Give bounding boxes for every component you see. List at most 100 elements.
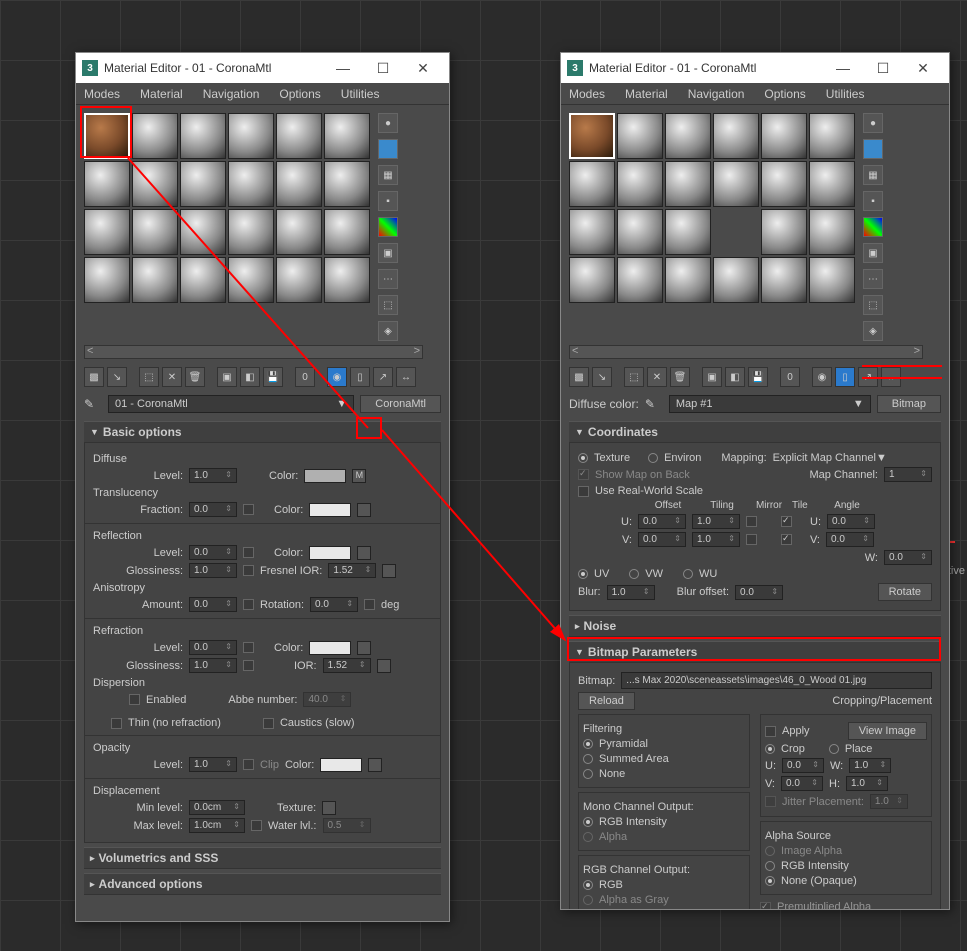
material-slot[interactable]: [180, 113, 226, 159]
diffuse-level-spinner[interactable]: 1.0⇕: [189, 468, 237, 483]
menu-modes[interactable]: Modes: [565, 85, 609, 103]
uv-radio[interactable]: [578, 569, 588, 579]
backlight-icon[interactable]: [863, 139, 883, 159]
show-shaded-icon[interactable]: ◉: [812, 367, 832, 387]
crop-w-spinner[interactable]: 1.0⇕: [849, 758, 891, 773]
material-name-field[interactable]: 01 - CoronaMtl▼: [108, 395, 354, 413]
wu-radio[interactable]: [683, 569, 693, 579]
material-slot[interactable]: [132, 113, 178, 159]
material-slot[interactable]: [276, 113, 322, 159]
water-level-check[interactable]: [251, 820, 262, 831]
material-slot[interactable]: [228, 257, 274, 303]
assign-icon[interactable]: ⬚: [139, 367, 159, 387]
refraction-gloss-spinner[interactable]: 1.0⇕: [189, 658, 237, 673]
refr-gloss-map-check[interactable]: [243, 660, 254, 671]
translucency-fraction-map-check[interactable]: [243, 504, 254, 515]
material-slot[interactable]: [617, 209, 663, 255]
backlight-icon[interactable]: [378, 139, 398, 159]
basic-options-rollout[interactable]: ▼Basic options: [84, 421, 441, 443]
mono-alpha-radio[interactable]: [583, 832, 593, 842]
sample-type-icon[interactable]: ●: [378, 113, 398, 133]
blur-spinner[interactable]: 1.0⇕: [607, 585, 655, 600]
material-slot[interactable]: [569, 161, 615, 207]
material-slot[interactable]: [569, 257, 615, 303]
rgb-out-radio[interactable]: [583, 880, 593, 890]
go-sibling-icon[interactable]: ↔: [396, 367, 416, 387]
refl-gloss-map-check[interactable]: [243, 565, 254, 576]
material-slot[interactable]: [132, 161, 178, 207]
menu-options[interactable]: Options: [760, 85, 809, 103]
material-slot[interactable]: [324, 161, 370, 207]
material-slot[interactable]: [84, 161, 130, 207]
show-shaded-icon[interactable]: ◉: [327, 367, 347, 387]
material-slot[interactable]: [180, 257, 226, 303]
material-slot[interactable]: [809, 161, 855, 207]
minimize-button[interactable]: —: [323, 54, 363, 82]
refr-level-map-check[interactable]: [243, 642, 254, 653]
none-opaque-radio[interactable]: [765, 876, 775, 886]
put-material-icon[interactable]: ↘: [592, 367, 612, 387]
v-offset-spinner[interactable]: 0.0⇕: [638, 532, 686, 547]
clip-check[interactable]: [243, 759, 254, 770]
material-slot[interactable]: [569, 113, 615, 159]
make-preview-icon[interactable]: ▣: [863, 243, 883, 263]
bitmap-path-field[interactable]: ...s Max 2020\sceneassets\images\46_0_Wo…: [621, 672, 932, 689]
refraction-level-spinner[interactable]: 0.0⇕: [189, 640, 237, 655]
environ-radio[interactable]: [648, 453, 658, 463]
material-slot[interactable]: [132, 209, 178, 255]
displ-min-spinner[interactable]: 0.0cm⇕: [189, 800, 245, 815]
sample-type-icon[interactable]: ●: [863, 113, 883, 133]
opacity-map-button[interactable]: [368, 758, 382, 772]
u-tiling-spinner[interactable]: 1.0⇕: [692, 514, 740, 529]
slot-scrollbar[interactable]: [569, 345, 923, 359]
go-parent-icon[interactable]: ↗: [858, 367, 878, 387]
aniso-amount-spinner[interactable]: 0.0⇕: [189, 597, 237, 612]
mat-id-channel-icon[interactable]: 0: [780, 367, 800, 387]
put-to-lib-icon[interactable]: 💾: [748, 367, 768, 387]
material-slot[interactable]: [617, 257, 663, 303]
make-unique-icon[interactable]: ◧: [240, 367, 260, 387]
opacity-level-spinner[interactable]: 1.0⇕: [189, 757, 237, 772]
material-slot[interactable]: [713, 161, 759, 207]
reflection-map-button[interactable]: [357, 546, 371, 560]
get-material-icon[interactable]: ▩: [569, 367, 589, 387]
alpha-gray-radio[interactable]: [583, 895, 593, 905]
v-angle-spinner[interactable]: 0.0⇕: [826, 532, 874, 547]
reset-icon[interactable]: ✕: [647, 367, 667, 387]
map-type-button[interactable]: Bitmap: [877, 395, 941, 413]
material-slot[interactable]: [132, 257, 178, 303]
reload-button[interactable]: Reload: [578, 692, 635, 710]
menu-material[interactable]: Material: [621, 85, 672, 103]
delete-icon[interactable]: 🗑: [185, 367, 205, 387]
place-radio[interactable]: [829, 744, 839, 754]
crop-u-spinner[interactable]: 0.0⇕: [782, 758, 824, 773]
advanced-rollout[interactable]: ▸Advanced options: [84, 873, 441, 895]
diffuse-color-swatch[interactable]: [304, 469, 346, 483]
reflection-gloss-spinner[interactable]: 1.0⇕: [189, 563, 237, 578]
maximize-button[interactable]: ☐: [363, 54, 403, 82]
titlebar[interactable]: 3 Material Editor - 01 - CoronaMtl — ☐ ✕: [561, 53, 949, 83]
material-slot[interactable]: [324, 209, 370, 255]
jitter-check[interactable]: [765, 796, 776, 807]
material-slot[interactable]: [665, 161, 711, 207]
material-slot[interactable]: [761, 113, 807, 159]
fresnel-ior-spinner[interactable]: 1.52⇕: [328, 563, 376, 578]
put-material-icon[interactable]: ↘: [107, 367, 127, 387]
refl-level-map-check[interactable]: [243, 547, 254, 558]
material-type-button[interactable]: CoronaMtl: [360, 395, 441, 413]
material-slot[interactable]: [617, 161, 663, 207]
aniso-map-check[interactable]: [243, 599, 254, 610]
reflection-level-spinner[interactable]: 0.0⇕: [189, 545, 237, 560]
close-button[interactable]: ✕: [403, 54, 443, 82]
material-slot[interactable]: [228, 161, 274, 207]
ior-map-button[interactable]: [382, 564, 396, 578]
minimize-button[interactable]: —: [823, 54, 863, 82]
premult-check[interactable]: [760, 902, 771, 910]
summed-radio[interactable]: [583, 754, 593, 764]
get-material-icon[interactable]: ▩: [84, 367, 104, 387]
vw-radio[interactable]: [629, 569, 639, 579]
menu-navigation[interactable]: Navigation: [199, 85, 264, 103]
slot-scrollbar[interactable]: [84, 345, 423, 359]
menu-options[interactable]: Options: [275, 85, 324, 103]
make-copy-icon[interactable]: ▣: [217, 367, 237, 387]
